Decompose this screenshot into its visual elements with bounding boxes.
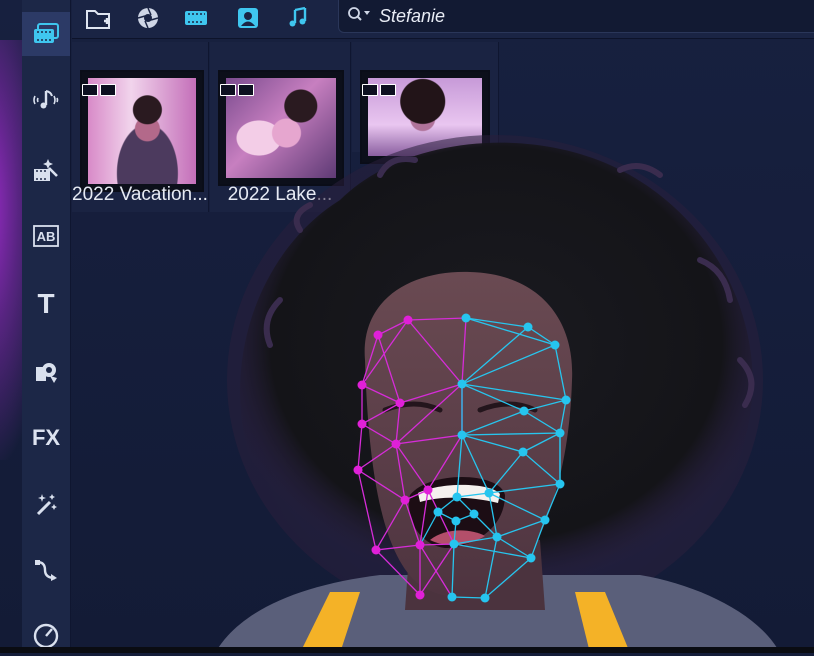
video-clip-icon [82,84,98,96]
stack-icon [238,84,254,96]
face-tracking-illustration [215,135,780,653]
stack-icon [380,84,396,96]
bottom-edge [0,647,814,653]
clip-badges [362,84,396,98]
stack-icon [100,84,116,96]
clip-badges [82,84,116,98]
video-clip-icon [220,84,236,96]
clip-badges [220,84,254,98]
video-clip-icon [362,84,378,96]
